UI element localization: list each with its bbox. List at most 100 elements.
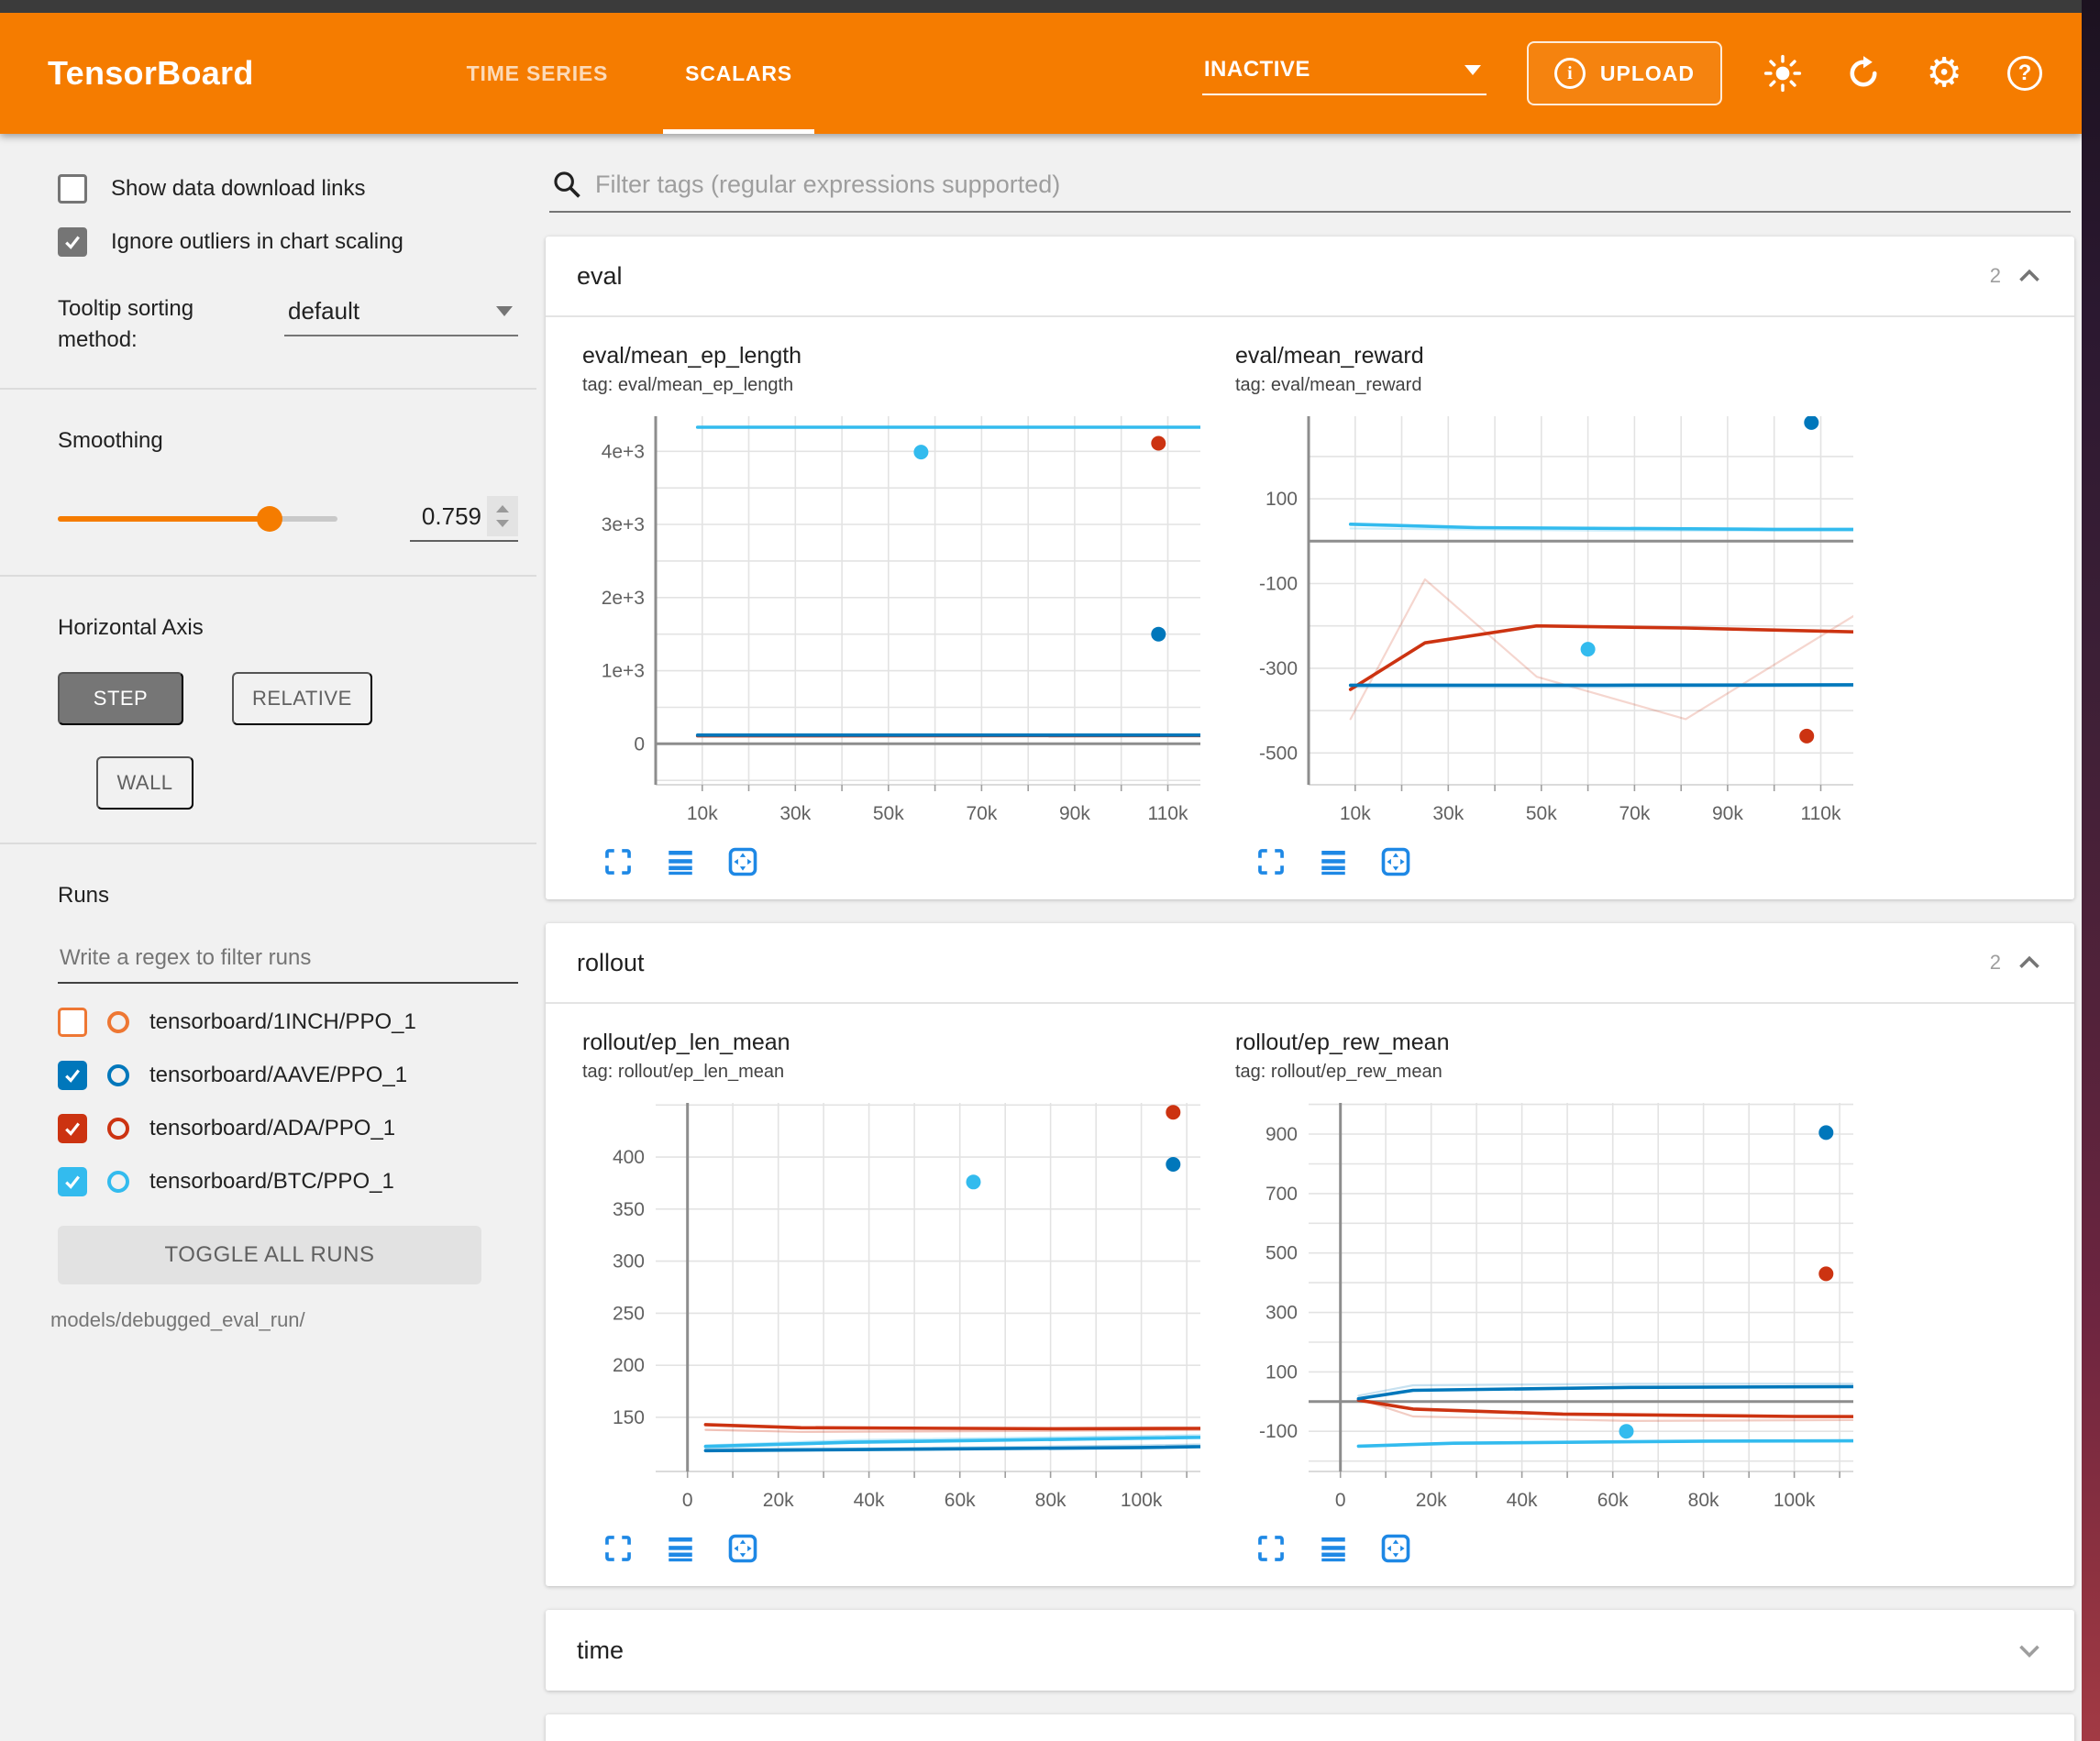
brightness-icon[interactable] <box>1763 53 1803 94</box>
svg-text:40k: 40k <box>1507 1490 1538 1511</box>
upload-button[interactable]: i UPLOAD <box>1527 41 1722 105</box>
desktop-edge <box>2082 0 2100 1741</box>
axis-relative-button[interactable]: RELATIVE <box>232 672 372 725</box>
horizontal-axis-label: Horizontal Axis <box>58 615 518 641</box>
log-scale-icon[interactable] <box>1316 844 1351 879</box>
fit-domain-icon[interactable] <box>725 844 760 879</box>
svg-text:3e+3: 3e+3 <box>602 514 645 535</box>
svg-text:20k: 20k <box>1416 1490 1447 1511</box>
tab-scalars[interactable]: SCALARS <box>647 13 831 134</box>
chart-tag: tag: rollout/ep_rew_mean <box>1235 1062 1868 1083</box>
chart-title: eval/mean_ep_length <box>582 343 1215 369</box>
axis-step-button[interactable]: STEP <box>58 672 183 725</box>
svg-text:100: 100 <box>1266 489 1298 510</box>
appbar: TensorBoard TIME SERIES SCALARS INACTIVE… <box>0 13 2082 134</box>
svg-text:50k: 50k <box>1526 803 1557 824</box>
chart-plot[interactable]: 020k40k60k80k100k900700500300100-100 <box>1235 1090 1868 1526</box>
show-download-links-label: Show data download links <box>111 176 366 202</box>
svg-text:0: 0 <box>1335 1490 1346 1511</box>
svg-text:400: 400 <box>613 1147 645 1168</box>
svg-text:80k: 80k <box>1688 1490 1719 1511</box>
svg-text:4e+3: 4e+3 <box>602 441 645 462</box>
collapse-chevron-down-icon[interactable] <box>2016 1636 2043 1664</box>
svg-text:350: 350 <box>613 1199 645 1220</box>
svg-text:700: 700 <box>1266 1184 1298 1205</box>
svg-text:0: 0 <box>682 1490 693 1511</box>
chart-plot[interactable]: 10k30k50k70k90k110k01e+32e+33e+34e+3 <box>582 403 1215 839</box>
svg-text:300: 300 <box>1266 1303 1298 1324</box>
smoothing-value-box[interactable]: 0.759 <box>410 496 518 542</box>
section-header-time[interactable]: time <box>546 1610 2074 1691</box>
run-color-ring <box>107 1011 129 1033</box>
run-checkbox[interactable] <box>58 1167 87 1196</box>
sync-status-select[interactable]: INACTIVE <box>1202 51 1487 95</box>
svg-text:60k: 60k <box>1597 1490 1629 1511</box>
refresh-icon[interactable] <box>1843 53 1884 94</box>
svg-text:50k: 50k <box>873 803 904 824</box>
chart-rollout-ep-rew-mean: rollout/ep_rew_mean tag: rollout/ep_rew_… <box>1235 1030 1868 1570</box>
fit-domain-icon[interactable] <box>1378 844 1413 879</box>
svg-text:90k: 90k <box>1712 803 1743 824</box>
sync-status-value: INACTIVE <box>1204 57 1310 83</box>
runs-filter-input[interactable] <box>58 940 518 984</box>
svg-text:500: 500 <box>1266 1243 1298 1264</box>
svg-text:40k: 40k <box>854 1490 885 1511</box>
settings-gear-icon[interactable]: ⚙ <box>1924 53 1964 94</box>
help-icon[interactable]: ? <box>2005 53 2045 94</box>
collapse-chevron-up-icon[interactable] <box>2016 949 2043 976</box>
chart-eval-mean-ep-length: eval/mean_ep_length tag: eval/mean_ep_le… <box>582 343 1215 883</box>
chart-tag: tag: eval/mean_reward <box>1235 375 1868 396</box>
expand-chart-icon[interactable] <box>601 844 636 879</box>
fit-domain-icon[interactable] <box>1378 1531 1413 1566</box>
chart-plot[interactable]: 020k40k60k80k100k150200250300350400 <box>582 1090 1215 1526</box>
log-scale-icon[interactable] <box>663 844 698 879</box>
section-header-eval[interactable]: eval 2 <box>546 237 2074 317</box>
svg-text:30k: 30k <box>779 803 811 824</box>
chart-toolbar <box>1254 844 1868 879</box>
chart-plot[interactable]: 10k30k50k70k90k110k100-100-300-500 <box>1235 403 1868 839</box>
log-scale-icon[interactable] <box>1316 1531 1351 1566</box>
run-row-aave[interactable]: tensorboard/AAVE/PPO_1 <box>58 1061 518 1090</box>
run-row-1inch[interactable]: tensorboard/1INCH/PPO_1 <box>58 1008 518 1037</box>
run-checkbox[interactable] <box>58 1114 87 1143</box>
axis-wall-button[interactable]: WALL <box>96 756 193 810</box>
fit-domain-icon[interactable] <box>725 1531 760 1566</box>
show-download-links-row[interactable]: Show data download links <box>58 174 518 204</box>
expand-chart-icon[interactable] <box>601 1531 636 1566</box>
svg-text:70k: 70k <box>966 803 997 824</box>
run-checkbox[interactable] <box>58 1061 87 1090</box>
smoothing-stepper[interactable] <box>487 496 518 536</box>
show-download-links-checkbox[interactable] <box>58 174 87 204</box>
svg-text:200: 200 <box>613 1355 645 1376</box>
svg-text:0: 0 <box>634 733 645 755</box>
svg-text:-100: -100 <box>1259 574 1298 595</box>
tab-time-series[interactable]: TIME SERIES <box>428 13 647 134</box>
expand-chart-icon[interactable] <box>1254 1531 1288 1566</box>
expand-chart-icon[interactable] <box>1254 844 1288 879</box>
collapse-chevron-up-icon[interactable] <box>2016 262 2043 290</box>
svg-text:10k: 10k <box>687 803 718 824</box>
smoothing-value: 0.759 <box>410 502 481 531</box>
ignore-outliers-checkbox[interactable] <box>58 227 87 257</box>
toggle-all-runs-button[interactable]: TOGGLE ALL RUNS <box>58 1226 481 1284</box>
section-header-rollout[interactable]: rollout 2 <box>546 923 2074 1004</box>
log-scale-icon[interactable] <box>663 1531 698 1566</box>
run-label: tensorboard/ADA/PPO_1 <box>149 1116 395 1141</box>
run-checkbox[interactable] <box>58 1008 87 1037</box>
svg-text:110k: 110k <box>1801 803 1841 824</box>
tooltip-sorting-select[interactable]: default <box>284 293 518 336</box>
settings-sidebar: Show data download links Ignore outliers… <box>0 134 536 1741</box>
chart-title: eval/mean_reward <box>1235 343 1868 369</box>
slider-thumb[interactable] <box>257 506 282 532</box>
svg-text:-300: -300 <box>1259 658 1298 679</box>
run-row-ada[interactable]: tensorboard/ADA/PPO_1 <box>58 1114 518 1143</box>
svg-text:110k: 110k <box>1148 803 1188 824</box>
ignore-outliers-row[interactable]: Ignore outliers in chart scaling <box>58 227 518 257</box>
search-icon <box>551 169 582 200</box>
filter-tags-input[interactable] <box>595 171 2069 199</box>
svg-text:100k: 100k <box>1774 1490 1816 1511</box>
run-row-btc[interactable]: tensorboard/BTC/PPO_1 <box>58 1167 518 1196</box>
tooltip-sorting-label: Tooltip sorting method: <box>58 293 255 355</box>
smoothing-label: Smoothing <box>58 428 518 454</box>
smoothing-slider[interactable] <box>58 516 337 522</box>
